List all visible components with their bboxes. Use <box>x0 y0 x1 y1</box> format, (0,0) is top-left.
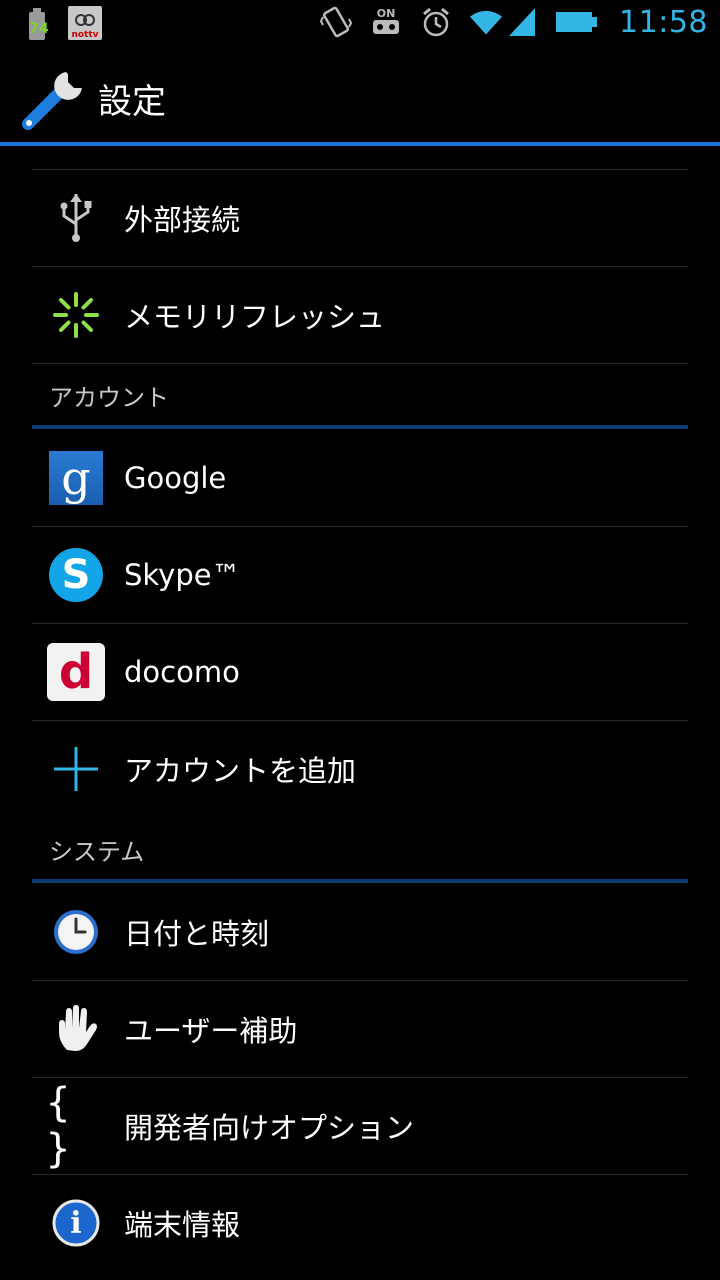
svg-text:74: 74 <box>29 21 49 37</box>
signal-icon <box>505 4 539 40</box>
settings-item-skype[interactable]: S Skype™ <box>32 526 688 623</box>
settings-item-developer-options[interactable]: { } 開発者向けオプション <box>32 1077 688 1174</box>
status-bar: 74 nottv ON 11:58 <box>0 0 720 50</box>
section-header-system: システム <box>32 817 688 883</box>
wifi-icon <box>469 4 503 40</box>
braces-icon: { } <box>46 1080 79 1172</box>
settings-item-label: docomo <box>124 655 240 689</box>
nottv-icon: nottv <box>68 6 102 40</box>
docomo-icon: d <box>46 642 106 702</box>
memory-refresh-icon <box>46 285 106 345</box>
hand-icon <box>46 999 106 1059</box>
settings-item-memory-refresh[interactable]: メモリリフレッシュ <box>32 266 688 363</box>
settings-item-label: ユーザー補助 <box>124 1014 298 1048</box>
settings-item-label: 開発者向けオプション <box>124 1111 415 1145</box>
google-icon: g <box>46 448 106 508</box>
info-icon: i <box>46 1193 106 1253</box>
settings-item-label: 日付と時刻 <box>124 916 270 951</box>
section-header-accounts: アカウント <box>32 363 688 429</box>
settings-item-label: 外部接続 <box>124 203 241 237</box>
settings-item-date-time[interactable]: 日付と時刻 <box>32 883 688 980</box>
vibrate-icon <box>319 4 353 40</box>
settings-item-google[interactable]: g Google <box>32 429 688 526</box>
settings-item-label: アカウントを追加 <box>124 754 357 788</box>
section-header-label: システム <box>49 838 145 866</box>
settings-item-external-connection[interactable]: 外部接続 <box>32 169 688 266</box>
nottv-label: nottv <box>71 30 99 40</box>
svg-text:i: i <box>70 1206 81 1241</box>
on-icon: ON <box>369 4 403 40</box>
settings-item-label: 端末情報 <box>124 1208 241 1242</box>
section-header-label: アカウント <box>49 384 169 412</box>
battery-icon <box>555 4 599 40</box>
add-account-button[interactable]: アカウントを追加 <box>32 720 688 817</box>
action-bar: 設定 <box>0 50 720 144</box>
settings-item-label: Skype™ <box>124 558 241 592</box>
settings-item-accessibility[interactable]: ユーザー補助 <box>32 980 688 1077</box>
wrench-icon[interactable] <box>20 66 90 130</box>
clock-time: 11:58 <box>619 4 708 40</box>
settings-list: 外部接続 メモリリフレッシュ アカウント g Google S Skype™ d… <box>32 146 688 1271</box>
clock-icon <box>46 902 106 962</box>
skype-icon: S <box>46 545 106 605</box>
settings-item-label: Google <box>124 460 227 495</box>
usb-icon <box>46 188 106 248</box>
svg-text:ON: ON <box>377 7 396 20</box>
add-icon <box>46 739 106 799</box>
settings-item-label: メモリリフレッシュ <box>124 300 386 334</box>
battery-app-icon: 74 <box>22 6 56 42</box>
settings-item-device-info[interactable]: i 端末情報 <box>32 1174 688 1271</box>
alarm-icon <box>419 4 453 40</box>
page-title: 設定 <box>98 82 166 122</box>
settings-item-docomo[interactable]: d docomo <box>32 623 688 720</box>
